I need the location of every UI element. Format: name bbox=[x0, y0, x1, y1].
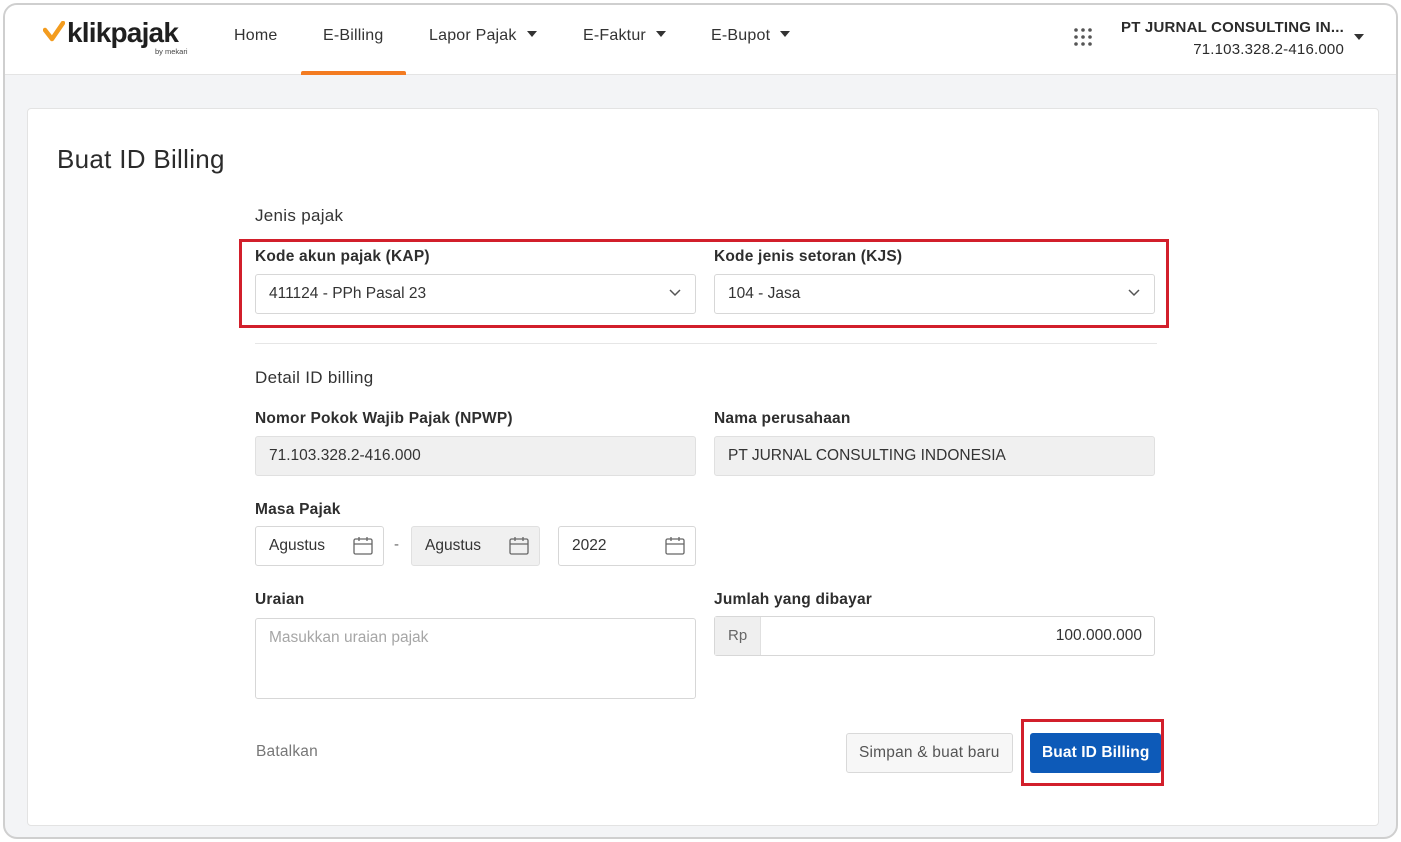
nav-e-billing[interactable]: E-Billing bbox=[301, 5, 405, 75]
uraian-placeholder: Masukkan uraian pajak bbox=[269, 629, 429, 646]
nav-e-billing-label: E-Billing bbox=[323, 27, 384, 44]
jumlah-input[interactable]: Rp 100.000.000 bbox=[714, 616, 1155, 656]
uraian-label: Uraian bbox=[255, 591, 305, 608]
section-title-detail: Detail ID billing bbox=[255, 368, 374, 387]
npwp-label: Nomor Pokok Wajib Pajak (NPWP) bbox=[255, 410, 513, 427]
app-window: klikpajak by mekari Home E-Billing Lapor… bbox=[3, 3, 1398, 839]
caret-down-icon bbox=[526, 31, 537, 37]
uraian-textarea[interactable]: Masukkan uraian pajak bbox=[255, 618, 696, 699]
account-company-name: PT JURNAL CONSULTING IN... bbox=[1121, 19, 1344, 36]
caret-down-icon bbox=[780, 31, 791, 37]
brand-name: klikpajak bbox=[67, 17, 179, 48]
nav-lapor-pajak-label: Lapor Pajak bbox=[429, 27, 517, 44]
npwp-field: 71.103.328.2-416.000 bbox=[255, 436, 696, 476]
save-and-new-button[interactable]: Simpan & buat baru bbox=[846, 733, 1013, 773]
nav-home[interactable]: Home bbox=[234, 5, 277, 75]
account-npwp: 71.103.328.2-416.000 bbox=[1193, 41, 1344, 58]
section-divider bbox=[255, 343, 1157, 344]
masa-start-value: Agustus bbox=[269, 537, 326, 554]
nav-e-faktur[interactable]: E-Faktur bbox=[583, 5, 666, 75]
klikpajak-logo[interactable]: klikpajak by mekari bbox=[43, 17, 203, 61]
checkmark-logo-icon bbox=[43, 21, 65, 42]
cancel-button[interactable]: Batalkan bbox=[256, 743, 318, 761]
nav-e-faktur-label: E-Faktur bbox=[583, 27, 646, 44]
calendar-icon bbox=[665, 537, 685, 555]
calendar-icon bbox=[509, 537, 529, 555]
grid-icon[interactable] bbox=[1073, 27, 1093, 47]
nav-e-bupot-label: E-Bupot bbox=[711, 27, 771, 44]
masa-end-value: Agustus bbox=[425, 537, 482, 554]
highlight-box-submit bbox=[1021, 719, 1164, 786]
caret-down-icon bbox=[655, 31, 666, 37]
year-value: 2022 bbox=[572, 537, 607, 554]
company-name-value: PT JURNAL CONSULTING INDONESIA bbox=[728, 447, 1006, 464]
account-switcher[interactable]: PT JURNAL CONSULTING IN... 71.103.328.2-… bbox=[1121, 17, 1344, 61]
billing-form-card: Buat ID Billing Jenis pajak Kode akun pa… bbox=[27, 108, 1379, 826]
year-picker[interactable]: 2022 bbox=[558, 526, 696, 566]
calendar-icon bbox=[353, 537, 373, 555]
masa-pajak-label: Masa Pajak bbox=[255, 501, 341, 518]
section-title-jenis-pajak: Jenis pajak bbox=[255, 206, 344, 225]
company-name-label: Nama perusahaan bbox=[714, 410, 851, 427]
npwp-value: 71.103.328.2-416.000 bbox=[269, 447, 421, 464]
jumlah-label: Jumlah yang dibayar bbox=[714, 591, 872, 608]
brand-byline: by mekari bbox=[155, 47, 188, 56]
company-name-field: PT JURNAL CONSULTING INDONESIA bbox=[714, 436, 1155, 476]
nav-lapor-pajak[interactable]: Lapor Pajak bbox=[429, 5, 537, 75]
nav-home-label: Home bbox=[234, 27, 278, 44]
caret-down-icon[interactable] bbox=[1354, 34, 1364, 40]
highlight-box-jenis-pajak bbox=[239, 239, 1169, 328]
currency-addon: Rp bbox=[715, 617, 761, 655]
masa-separator: - bbox=[394, 536, 399, 553]
page-title: Buat ID Billing bbox=[57, 144, 225, 174]
jumlah-value: 100.000.000 bbox=[1055, 627, 1142, 644]
masa-start-picker[interactable]: Agustus bbox=[255, 526, 384, 566]
top-navigation: klikpajak by mekari Home E-Billing Lapor… bbox=[5, 5, 1396, 75]
masa-end-picker: Agustus bbox=[411, 526, 540, 566]
nav-e-bupot[interactable]: E-Bupot bbox=[711, 5, 791, 75]
